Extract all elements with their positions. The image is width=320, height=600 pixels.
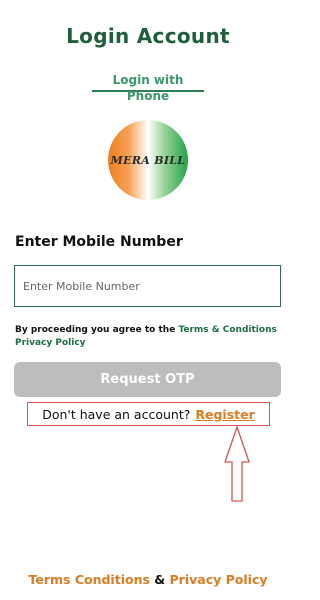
terms-notice: By proceeding you agree to the Terms & C… [15,324,285,350]
mobile-number-label: Enter Mobile Number [15,234,183,250]
footer-links: Terms Conditions & Privacy Policy [0,572,296,587]
tab-login-with-phone[interactable]: Login with Phone [92,72,204,103]
page-title: Login Account [66,24,230,48]
logo-text: MERA BILL [110,153,186,167]
register-prompt: Don't have an account? Register [27,402,270,426]
privacy-policy-link[interactable]: Privacy Policy [15,338,86,348]
footer-privacy-link[interactable]: Privacy Policy [170,572,268,587]
request-otp-button[interactable]: Request OTP [14,362,281,397]
register-link[interactable]: Register [195,407,254,422]
up-arrow-annotation [224,426,250,502]
footer-terms-link[interactable]: Terms Conditions [29,572,150,587]
footer-and: & [149,572,170,587]
mobile-number-input[interactable] [14,265,281,307]
terms-conditions-link[interactable]: Terms & Conditions [178,325,276,335]
register-prompt-text: Don't have an account? [42,406,191,422]
terms-prefix: By proceeding you agree to the [15,325,179,335]
mera-bill-logo: MERA BILL [108,120,188,200]
